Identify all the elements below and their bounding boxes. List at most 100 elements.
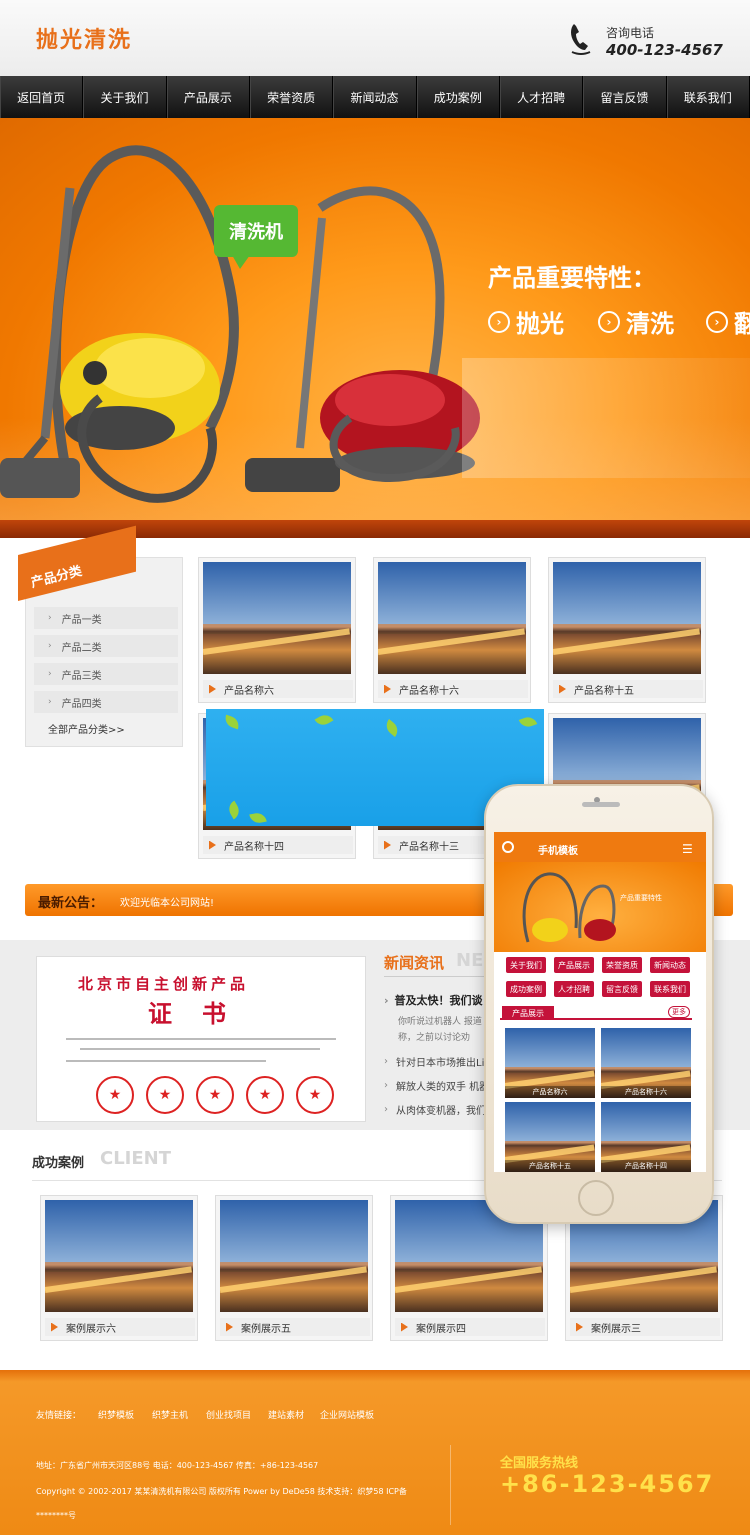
case-card[interactable]: 案例展示五 [215,1195,373,1341]
product-caption[interactable]: 产品名称十五 [553,680,703,698]
product-card[interactable]: 产品名称十六 [373,557,531,703]
chevron-right-icon: › [384,994,389,1007]
cases-title-en: CLIENT [100,1148,172,1169]
phone-home-button[interactable] [578,1180,614,1216]
case-name: 案例展示六 [66,1323,116,1335]
product-caption[interactable]: 产品名称十四 [203,836,353,854]
nav-news[interactable]: 新闻动态 [333,76,417,118]
arrow-marker-icon [576,1322,583,1332]
category-label: 产品一类 [61,614,102,626]
arrow-marker-icon [559,684,566,694]
nav-about[interactable]: 关于我们 [83,76,167,118]
arrow-marker-icon [401,1322,408,1332]
menu-icon[interactable]: ☰ [682,842,693,856]
mobile-product-card[interactable]: 产品名称六 [505,1028,595,1098]
chevron-right-icon: › [384,1104,388,1115]
certificate-text-line [66,1060,266,1062]
arrow-marker-icon [51,1322,58,1332]
mobile-product-name: 产品名称十五 [505,1160,595,1172]
friend-link[interactable]: 建站素材 [268,1408,304,1421]
product-name: 产品名称十三 [399,841,459,853]
nav-jobs[interactable]: 人才招聘 [500,76,584,118]
mobile-nav-button[interactable]: 荣誉资质 [602,957,642,973]
category-item[interactable]: › 产品三类 [34,663,178,685]
case-caption[interactable]: 案例展示六 [45,1318,195,1336]
all-categories-link[interactable]: 全部产品分类>> [48,721,125,736]
arrow-marker-icon [384,840,391,850]
mobile-product-card[interactable]: 产品名称十六 [601,1028,691,1098]
case-caption[interactable]: 案例展示三 [570,1318,720,1336]
mobile-nav-button[interactable]: 关于我们 [506,957,546,973]
product-card[interactable]: 产品名称十五 [548,557,706,703]
mobile-product-card[interactable]: 产品名称十五 [505,1102,595,1172]
nav-feedback[interactable]: 留言反馈 [583,76,667,118]
nav-cases[interactable]: 成功案例 [417,76,500,118]
mobile-nav-button[interactable]: 人才招聘 [554,981,594,997]
friend-link[interactable]: 织梦主机 [152,1408,188,1421]
product-caption[interactable]: 产品名称六 [203,680,353,698]
mobile-banner[interactable] [494,862,706,952]
mobile-nav-button[interactable]: 成功案例 [506,981,546,997]
mobile-more-link[interactable]: 更多 [668,1006,690,1018]
site-logo[interactable]: 抛光清洗 [36,22,132,54]
footer-top-strip [0,1370,750,1382]
hotline-number: +86-123-4567 [500,1470,715,1498]
feature-label: 翻 [734,310,750,338]
category-label: 产品二类 [61,642,102,654]
news-item[interactable]: › 针对日本市场推出Lin [384,1054,491,1069]
certificate-text-line [80,1048,320,1050]
phone-icon [571,24,591,55]
certificate-title: 证书 [148,999,256,1028]
feature-label: 清洗 [626,310,674,338]
case-thumbnail [45,1200,193,1312]
footer-address: 地址：广东省广州市天河区88号 电话：400-123-4567 传真：+86-1… [36,1461,319,1470]
arrow-marker-icon [384,684,391,694]
notice-text[interactable]: 欢迎光临本公司网站! [120,894,214,909]
case-caption[interactable]: 案例展示四 [395,1318,545,1336]
category-item[interactable]: › 产品一类 [34,607,178,629]
case-caption[interactable]: 案例展示五 [220,1318,370,1336]
mobile-nav-button[interactable]: 联系我们 [650,981,690,997]
certificate-text-line [66,1038,336,1040]
nav-contact[interactable]: 联系我们 [667,76,750,118]
news-headline[interactable]: › 普及太快！我们谈 [384,992,483,1008]
mobile-nav-button[interactable]: 留言反馈 [602,981,642,997]
red-seal-icon: ★ [296,1076,334,1114]
mobile-nav-button[interactable]: 新闻动态 [650,957,690,973]
red-seal-icon: ★ [146,1076,184,1114]
news-item[interactable]: › 解放人类的双手 机器 [384,1078,489,1093]
footer-divider [450,1445,451,1525]
footer-copyright: Copyright © 2002-2017 某某清洗机有限公司 版权所有 Pow… [36,1487,407,1496]
mobile-title: 手机模板 [538,846,578,857]
friend-link[interactable]: 织梦模板 [98,1408,134,1421]
chevron-right-icon: › [384,1056,388,1067]
category-item[interactable]: › 产品四类 [34,691,178,713]
footer-icp[interactable]: ********号 [36,1510,76,1521]
news-divider [384,976,484,977]
news-item-text: 从肉体变机器，我们还 [396,1106,496,1117]
category-item[interactable]: › 产品二类 [34,635,178,657]
news-title: 新闻资讯 [384,954,445,972]
friend-link[interactable]: 创业找项目 [206,1408,251,1421]
friend-link[interactable]: 企业网站模板 [320,1408,374,1421]
nav-home[interactable]: 返回首页 [0,76,84,118]
case-thumbnail [220,1200,368,1312]
news-item[interactable]: › 从肉体变机器，我们还 [384,1102,496,1117]
category-label: 产品三类 [61,670,102,682]
product-name: 产品名称十四 [224,841,284,853]
mobile-header [494,832,706,862]
case-card[interactable]: 案例展示六 [40,1195,198,1341]
chevron-right-icon: › [48,641,52,651]
product-thumbnail [553,562,701,674]
red-seal-icon: ★ [246,1076,284,1114]
nav-honors[interactable]: 荣誉资质 [250,76,334,118]
product-caption[interactable]: 产品名称十六 [378,680,528,698]
nav-products[interactable]: 产品展示 [167,76,250,118]
product-name: 产品名称十六 [399,685,459,697]
mobile-product-name: 产品名称十六 [601,1086,691,1098]
search-icon[interactable] [502,841,514,853]
mobile-nav-button[interactable]: 产品展示 [554,957,594,973]
product-thumbnail [203,562,351,674]
product-card[interactable]: 产品名称六 [198,557,356,703]
mobile-product-card[interactable]: 产品名称十四 [601,1102,691,1172]
